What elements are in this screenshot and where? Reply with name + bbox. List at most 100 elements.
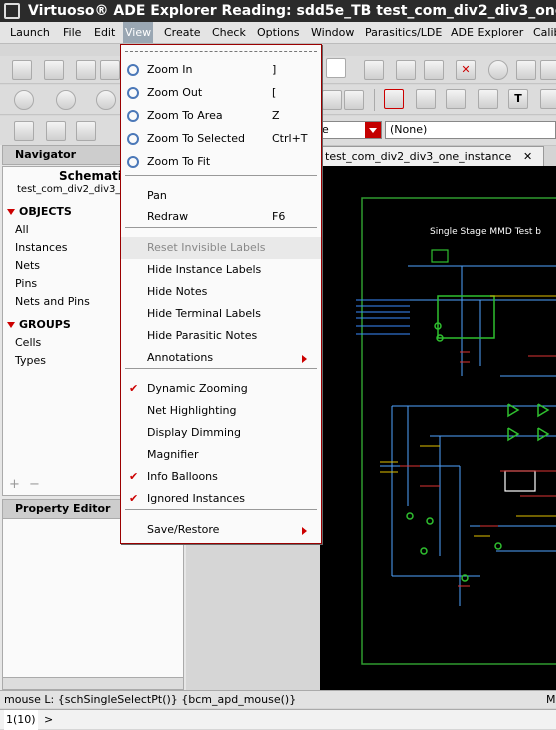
menu-item-label: Reset Invisible Labels — [147, 241, 266, 254]
menu-item-shortcut: Ctrl+T — [272, 132, 308, 145]
forward-icon[interactable] — [56, 90, 76, 110]
menu-create[interactable]: Create — [162, 22, 203, 43]
menu-item-label: Hide Notes — [147, 285, 208, 298]
stop-icon[interactable] — [96, 90, 116, 110]
menu-parasitics-lde[interactable]: Parasitics/LDE — [363, 22, 444, 43]
zoom-fit-icon — [127, 156, 139, 168]
remove-button[interactable]: − — [29, 477, 40, 492]
menu-item-label: Zoom To Fit — [147, 155, 211, 168]
view-menu-item-zoom-to-fit[interactable]: Zoom To Fit — [121, 151, 321, 173]
objects-group[interactable]: OBJECTS — [7, 205, 72, 218]
move-icon[interactable] — [364, 60, 384, 80]
tab-schematic[interactable]: test_com_div2_div3_one_instance ✕ — [320, 146, 544, 168]
schematic-canvas[interactable]: Single Stage MMD Test b — [320, 166, 556, 690]
groups-item-cells[interactable]: Cells — [15, 336, 41, 349]
select-check-icon[interactable] — [384, 89, 404, 109]
schematic-drawing: Single Stage MMD Test b — [356, 197, 556, 665]
view-menu-item-hide-parasitic-notes[interactable]: Hide Parasitic Notes — [121, 325, 321, 347]
view-menu-item-ignored-instances[interactable]: ✔ Ignored Instances — [121, 488, 321, 510]
checkmark-icon: ✔ — [129, 470, 139, 483]
objects-item-pins[interactable]: Pins — [15, 277, 37, 290]
chevron-down-icon[interactable] — [365, 122, 381, 138]
objects-item-nets[interactable]: Nets — [15, 259, 40, 272]
command-count: 1(10) — [4, 710, 38, 730]
close-icon[interactable]: ✕ — [523, 147, 532, 167]
select-instance-icon[interactable] — [478, 89, 498, 109]
save-icon[interactable] — [100, 60, 120, 80]
menu-item-shortcut: F6 — [272, 210, 286, 223]
objects-item-instances[interactable]: Instances — [15, 241, 68, 254]
select-net-icon[interactable] — [446, 89, 466, 109]
calculator-icon[interactable] — [14, 121, 34, 141]
view-menu-item-magnifier[interactable]: Magnifier — [121, 444, 321, 466]
menu-edit[interactable]: Edit — [92, 22, 117, 43]
objects-item-nets-and-pins[interactable]: Nets and Pins — [15, 295, 90, 308]
table-icon[interactable] — [46, 121, 66, 141]
view-menu-item-zoom-out[interactable]: Zoom Out [ — [121, 82, 321, 104]
horizontal-scrollbar[interactable] — [3, 677, 183, 689]
menu-item-label: Zoom In — [147, 63, 193, 76]
zoom-area-icon — [127, 110, 139, 122]
view-menu-item-net-highlighting[interactable]: Net Highlighting — [121, 400, 321, 422]
menu-item-label: Net Highlighting — [147, 404, 237, 417]
view-menu: Zoom In] Zoom Out [Zoom To Area Z Zoom To Se… — [120, 44, 322, 544]
view-menu-item-hide-notes[interactable]: Hide Notes — [121, 281, 321, 303]
tool-icon[interactable] — [540, 60, 556, 80]
view-menu-item-hide-instance-labels[interactable]: Hide Instance Labels — [121, 259, 321, 281]
menu-window[interactable]: Window — [309, 22, 356, 43]
command-prompt[interactable]: > — [44, 710, 53, 730]
copy-icon[interactable] — [396, 60, 416, 80]
menu-item-shortcut: Z — [272, 109, 280, 122]
search-field[interactable]: (None) — [385, 121, 556, 139]
menu-view[interactable]: View — [123, 22, 154, 43]
menu-launch[interactable]: Launch — [8, 22, 52, 43]
menu-item-label: Zoom Out — [147, 86, 203, 99]
wire-probe-icon[interactable] — [344, 90, 364, 110]
menu-options[interactable]: Options — [255, 22, 301, 43]
menu-ade-explorer[interactable]: ADE Explorer — [449, 22, 525, 43]
filter-select-value: e — [322, 123, 329, 136]
view-menu-item-zoom-in[interactable]: Zoom In] — [121, 59, 321, 81]
tab-strip: test_com_div2_div3_one_instance ✕ — [320, 146, 556, 168]
info-icon[interactable] — [488, 60, 508, 80]
delete-icon[interactable]: ✕ — [456, 60, 476, 80]
menu-item-label: Display Dimming — [147, 426, 242, 439]
back-icon[interactable] — [14, 90, 34, 110]
view-menu-item-zoom-to-area[interactable]: Zoom To Area Z — [121, 105, 321, 127]
view-menu-item-hide-terminal-labels[interactable]: Hide Terminal Labels — [121, 303, 321, 325]
submenu-arrow-icon — [302, 527, 307, 535]
view-menu-item-display-dimming[interactable]: Display Dimming — [121, 422, 321, 444]
braces-icon[interactable] — [76, 121, 96, 141]
view-menu-item-info-balloons[interactable]: ✔ Info Balloons — [121, 466, 321, 488]
select-pointer-icon[interactable] — [416, 89, 436, 109]
add-button[interactable]: + — [9, 477, 20, 492]
view-menu-item-save-restore[interactable]: Save/Restore — [121, 519, 321, 541]
view-menu-item-zoom-to-selected[interactable]: Zoom To Selected Ctrl+T — [121, 128, 321, 150]
menu-file[interactable]: File — [61, 22, 83, 43]
objects-item-all[interactable]: All — [15, 223, 29, 236]
tearoff-line[interactable] — [125, 51, 317, 52]
view-menu-item-reset-invisible-labels: Reset Invisible Labels — [121, 237, 321, 259]
zoom-tool-icon[interactable] — [516, 60, 536, 80]
groups-group[interactable]: GROUPS — [7, 318, 71, 331]
view-menu-item-annotations[interactable]: Annotations — [121, 347, 321, 369]
stretch-icon[interactable] — [424, 60, 444, 80]
select-all-icon[interactable] — [326, 58, 346, 78]
view-menu-item-pan[interactable]: Pan — [121, 185, 321, 207]
tab-label: test_com_div2_div3_one_instance — [325, 150, 512, 163]
place-icon[interactable] — [322, 90, 342, 110]
checkmark-icon: ✔ — [129, 492, 139, 505]
open-folder-icon[interactable] — [44, 60, 64, 80]
filter-select[interactable]: e — [318, 121, 382, 139]
menu-check[interactable]: Check — [210, 22, 248, 43]
new-file-icon[interactable] — [12, 60, 32, 80]
more-tools-icon[interactable] — [540, 89, 556, 109]
groups-item-types[interactable]: Types — [15, 354, 46, 367]
view-menu-item-redraw[interactable]: Redraw F6 — [121, 206, 321, 228]
select-text-icon[interactable]: T — [508, 89, 528, 109]
menu-item-label: Pan — [147, 189, 167, 202]
check-save-icon[interactable] — [76, 60, 96, 80]
view-menu-item-dynamic-zooming[interactable]: ✔ Dynamic Zooming — [121, 378, 321, 400]
menu-calib[interactable]: Calib — [531, 22, 556, 43]
mouse-binding-text: mouse L: {schSingleSelectPt()} {bcm_apd_… — [4, 693, 297, 706]
